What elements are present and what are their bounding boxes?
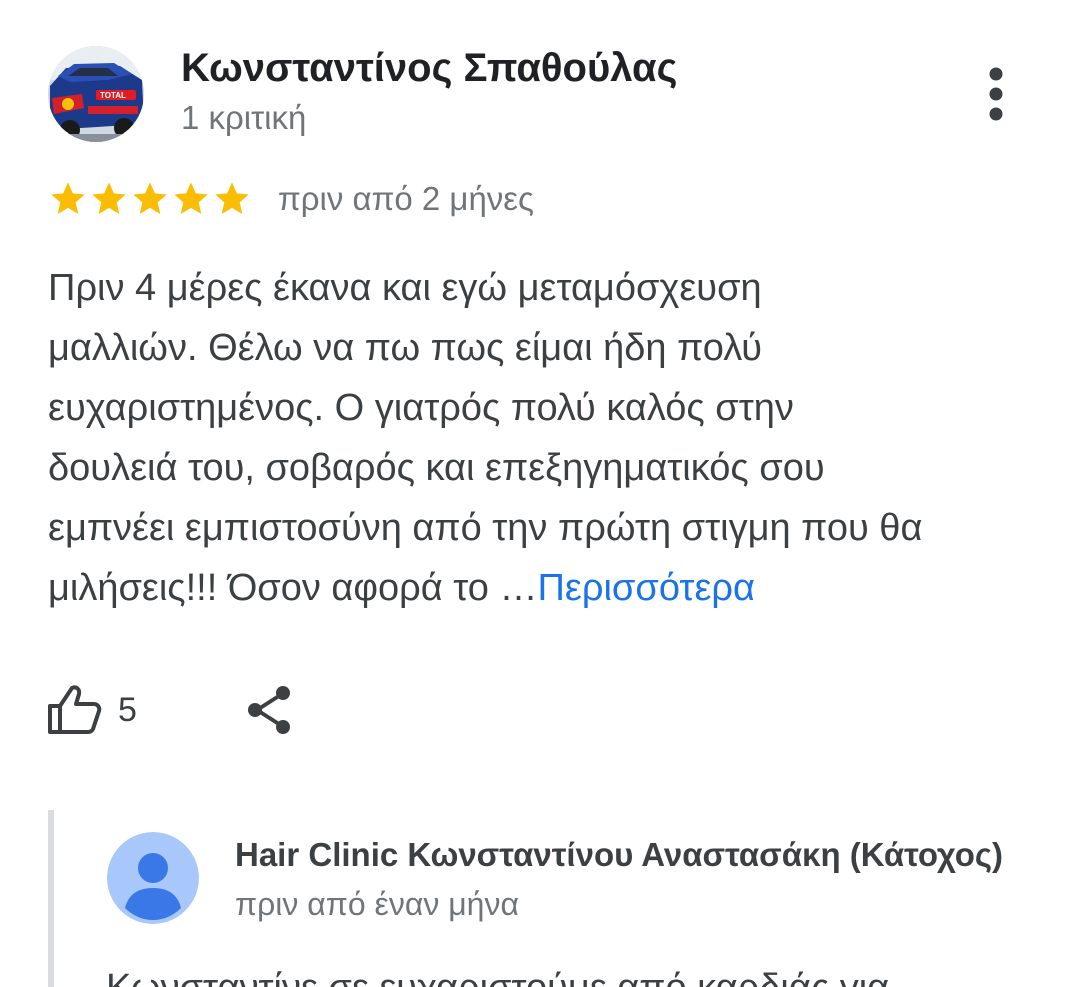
review-text-line: μαλλιών. Θέλω να πω πως είμαι ήδη πολύ bbox=[48, 327, 763, 369]
more-options-button[interactable] bbox=[966, 62, 1026, 126]
review-text-line: εμπνέει εμπιστοσύνη από την πρώτη στιγμη… bbox=[48, 507, 923, 549]
review-text-line: ευχαριστημένος. Ο γιατρός πολύ καλός στη… bbox=[48, 387, 794, 429]
star-rating bbox=[48, 179, 252, 219]
star-icon bbox=[133, 182, 167, 214]
like-button[interactable]: 5 bbox=[46, 680, 137, 740]
like-count: 5 bbox=[118, 690, 137, 729]
review-card: TOTAL Κωνσταντίνος Σπαθούλας 1 κριτική π… bbox=[0, 0, 1080, 987]
reviewer-review-count: 1 κριτική bbox=[181, 99, 307, 136]
review-text: Πριν 4 μέρες έκανα και εγώ μεταμόσχευση … bbox=[48, 258, 1048, 618]
thumb-up-icon bbox=[48, 685, 102, 734]
review-text-line: δουλειά του, σοβαρός και επεξηγηματικός … bbox=[48, 447, 825, 489]
more-vert-icon bbox=[989, 67, 1003, 121]
review-text-line: μιλήσεις!!! Όσον αφορά το … bbox=[48, 567, 538, 609]
review-date: πριν από 2 μήνες bbox=[278, 180, 534, 217]
read-more-link[interactable]: Περισσότερα bbox=[537, 567, 754, 609]
star-icon bbox=[51, 182, 85, 214]
star-icon bbox=[215, 182, 249, 214]
star-icon bbox=[174, 182, 208, 214]
owner-reply-date: πριν από έναν μήνα bbox=[235, 886, 519, 922]
share-icon bbox=[248, 686, 290, 734]
reviewer-name[interactable]: Κωνσταντίνος Σπαθούλας bbox=[181, 44, 677, 92]
rally-car-avatar-icon: TOTAL bbox=[48, 46, 144, 142]
rating-row: πριν από 2 μήνες bbox=[48, 176, 534, 222]
reviewer-avatar[interactable]: TOTAL bbox=[48, 46, 144, 142]
owner-reply: Hair Clinic Κωνσταντίνου Αναστασάκη (Κάτ… bbox=[48, 810, 1080, 987]
svg-text:TOTAL: TOTAL bbox=[100, 91, 126, 100]
default-person-avatar-icon bbox=[107, 832, 199, 924]
owner-name: Hair Clinic Κωνσταντίνου Αναστασάκη (Κάτ… bbox=[235, 836, 1004, 873]
star-icon bbox=[92, 182, 126, 214]
review-text-line: Πριν 4 μέρες έκανα και εγώ μεταμόσχευση bbox=[48, 267, 762, 309]
owner-reply-text: Κωνσταντίνε σε ευχαριστούμε από καρδιάς … bbox=[106, 958, 889, 987]
review-text-line-last: μιλήσεις!!! Όσον αφορά το …Περισσότερα bbox=[48, 558, 1048, 618]
owner-avatar bbox=[107, 832, 199, 924]
share-button[interactable] bbox=[240, 680, 300, 740]
